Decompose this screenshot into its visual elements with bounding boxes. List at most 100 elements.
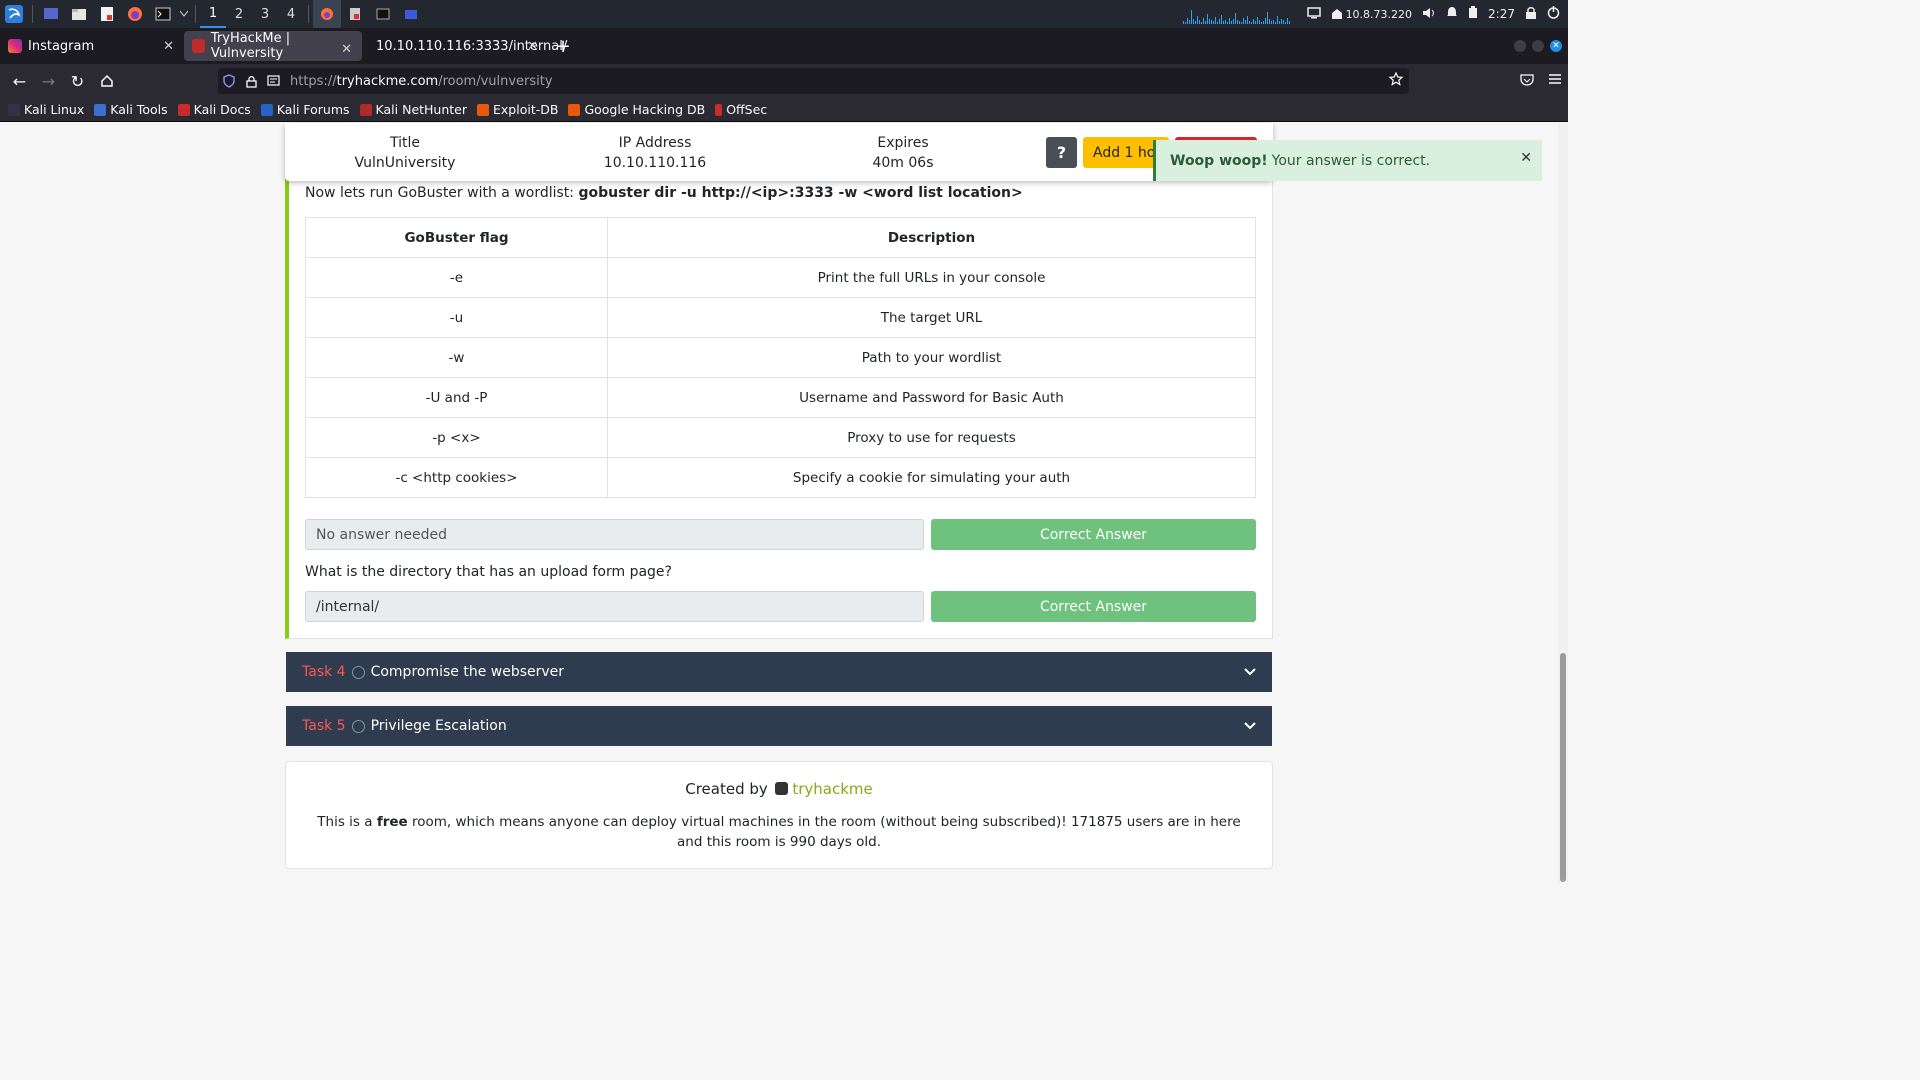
exploit-db-icon [477,103,490,116]
workspace-2[interactable]: 2 [226,0,252,28]
editor-window-icon[interactable] [341,0,369,28]
pocket-icon[interactable] [1520,73,1534,90]
flag-cell: -e [305,257,608,298]
kali-menu-icon[interactable] [0,0,28,28]
folder-window-icon[interactable] [397,0,425,28]
bookmark-star-icon[interactable] [1388,71,1404,90]
ghdb-icon [568,103,581,116]
tryhackme-icon [192,39,205,53]
description-cell: Username and Password for Basic Auth [607,377,1256,418]
room-footnote: This is a free room, which means anyone … [317,814,1241,850]
browser-tab-bar: Instagram ✕ TryHackMe | Vulnversity ✕ 10… [0,28,1568,64]
task-5-header[interactable]: Task 5 Privilege Escalation [286,706,1272,746]
gobuster-flags-table: GoBuster flag Description -e Print the fu… [305,217,1256,498]
bookmark-exploit-db[interactable]: Exploit-DB [477,102,558,117]
answer-field-1[interactable]: No answer needed [305,519,924,550]
gobuster-command: gobuster dir -u http://<ip>:3333 -w <wor… [578,185,1023,201]
correct-answer-button-1[interactable]: Correct Answer [931,519,1256,550]
maximize-icon[interactable] [1532,40,1544,52]
bookmark-offsec[interactable]: OffSec [715,102,767,117]
chevron-down-icon[interactable] [177,0,191,28]
description-cell: Path to your wordlist [607,337,1256,378]
url-text[interactable]: https://tryhackme.com/room/vulnversity [290,74,553,89]
description-cell: Print the full URLs in your console [607,257,1256,298]
navigation-bar: ← → ↻ https://tryhackme.com/room/vulnver… [0,64,1568,98]
tab-internal[interactable]: 10.10.110.116:3333/internal/ ✕ [362,28,567,64]
correct-answer-button-2[interactable]: Correct Answer [931,591,1256,622]
workspace-1[interactable]: 1 [200,0,226,28]
menu-icon[interactable] [1548,73,1562,89]
tab-label: 10.10.110.116:3333/internal/ [376,38,568,54]
answer-field-2[interactable]: /internal/ [305,591,924,622]
close-tab-icon[interactable]: ✕ [163,39,174,54]
vpn-ip: 10.8.73.220 [1345,7,1413,21]
description-cell: The target URL [607,297,1256,338]
column-header: Description [607,217,1256,258]
tab-label: Instagram [28,38,95,54]
author-link[interactable]: tryhackme [792,780,872,798]
table-row: -p <x> Proxy to use for requests [305,417,1256,458]
gobuster-intro: Now lets run GoBuster with a wordlist: g… [305,185,1023,201]
back-icon[interactable]: ← [5,64,34,98]
task-title: Privilege Escalation [370,718,507,734]
bookmarks-bar: Kali Linux Kali Tools Kali Docs Kali For… [0,98,1568,122]
firefox-icon[interactable] [121,0,149,28]
bookmark-kali-docs[interactable]: Kali Docs [177,102,251,117]
table-row: -c <http cookies> Specify a cookie for si… [305,457,1256,498]
chevron-down-icon[interactable] [1244,718,1256,734]
scrollbar-thumb[interactable] [1560,653,1566,882]
minimize-icon[interactable] [1514,40,1526,52]
lock-icon[interactable] [240,75,262,88]
url-bar[interactable]: https://tryhackme.com/room/vulnversity [218,68,1409,94]
machine-ip: IP Address 10.10.110.116 [603,135,707,171]
page-content: Now lets run GoBuster with a wordlist: g… [0,123,1568,882]
vpn-icon[interactable]: 10.8.73.220 [1331,8,1412,21]
bookmark-kali-nethunter[interactable]: Kali NetHunter [359,102,467,117]
tab-tryhackme[interactable]: TryHackMe | Vulnversity ✕ [184,31,362,61]
logout-icon[interactable] [1547,6,1560,22]
bookmark-kali-tools[interactable]: Kali Tools [94,102,168,117]
terminal-window-icon[interactable] [369,0,397,28]
forward-icon[interactable]: → [34,64,63,98]
flag-cell: -U and -P [305,377,608,418]
notification-bell-icon[interactable] [1446,6,1458,22]
close-tab-icon[interactable]: ✕ [527,39,538,54]
firefox-window-icon[interactable] [313,0,341,28]
room-info-card: Created by tryhackme This is a free room… [285,761,1273,869]
created-by: Created by tryhackme [685,780,873,798]
chevron-down-icon[interactable] [1244,664,1256,680]
battery-icon[interactable] [1468,6,1478,22]
task-4-header[interactable]: Task 4 Compromise the webserver [286,652,1272,692]
display-icon[interactable] [1306,6,1321,22]
column-header: GoBuster flag [305,217,608,258]
task-number: Task 5 [302,718,346,734]
table-row: -U and -P Username and Password for Basic… [305,377,1256,418]
close-tab-icon[interactable]: ✕ [341,42,352,57]
close-icon[interactable]: ✕ [1520,150,1532,166]
terminal-icon[interactable] [149,0,177,28]
tryhackme-logo-icon [774,782,788,795]
reload-icon[interactable]: ↻ [63,64,92,98]
permissions-icon[interactable] [262,75,284,87]
bookmark-kali-linux[interactable]: Kali Linux [8,102,84,117]
machine-title: Title VulnUniversity [354,135,456,171]
tab-instagram[interactable]: Instagram ✕ [0,28,184,64]
bookmark-google-hacking-db[interactable]: Google Hacking DB [568,102,705,117]
page-scrollbar[interactable] [1558,123,1568,882]
clock[interactable]: 2:27 [1488,7,1515,21]
close-window-icon[interactable]: ✕ [1550,40,1562,52]
task-status-circle-icon [351,719,365,733]
help-button[interactable]: ? [1046,137,1077,168]
shield-icon[interactable] [218,74,240,88]
volume-icon[interactable] [1422,7,1436,22]
file-manager-icon[interactable] [65,0,93,28]
lock-screen-icon[interactable] [1525,6,1537,22]
show-desktop-icon[interactable] [37,0,65,28]
workspace-4[interactable]: 4 [278,0,304,28]
home-icon[interactable] [92,64,121,98]
question-upload-directory: What is the directory that has an upload… [305,564,672,580]
table-row: -w Path to your wordlist [305,337,1256,378]
text-editor-icon[interactable] [93,0,121,28]
bookmark-kali-forums[interactable]: Kali Forums [260,102,350,117]
workspace-3[interactable]: 3 [252,0,278,28]
